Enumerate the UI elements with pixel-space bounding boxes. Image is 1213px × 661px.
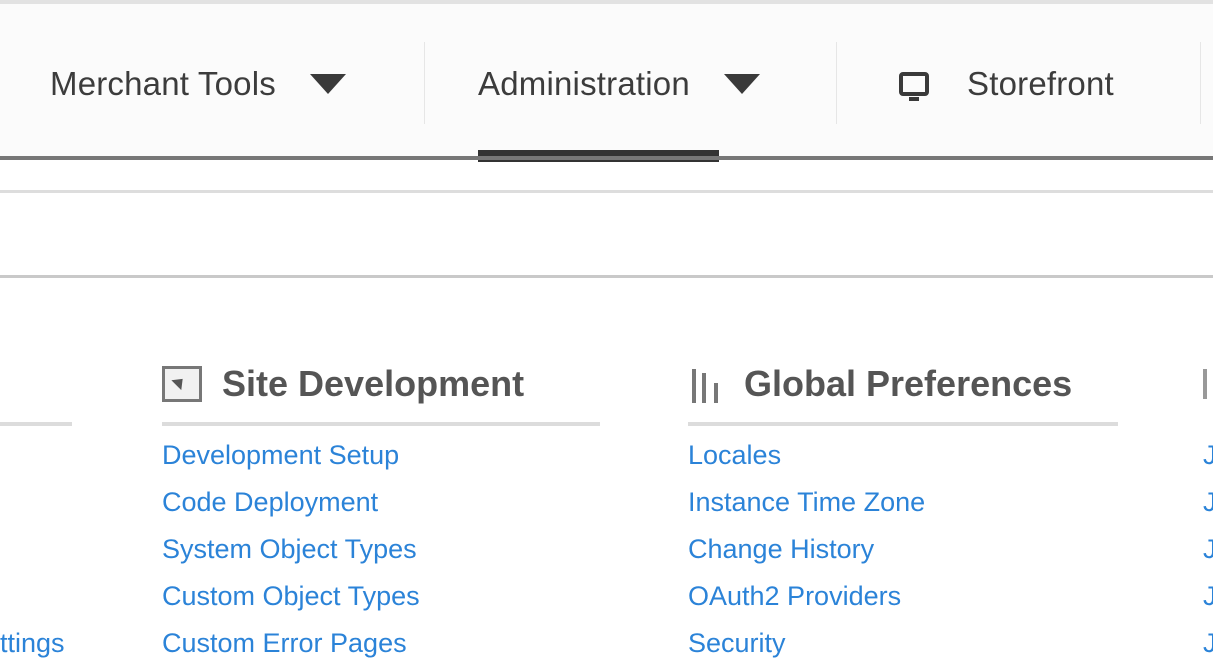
right-section-link[interactable]: J — [1203, 526, 1213, 573]
section-right-partial: J J J J J — [1203, 358, 1213, 661]
section-site-development: Site Development Development Setup Code … — [162, 358, 600, 661]
section-global-preferences: Global Preferences Locales Instance Time… — [688, 358, 1118, 661]
left-section-link[interactable]: ttings — [0, 620, 72, 661]
link-change-history[interactable]: Change History — [688, 526, 1118, 573]
link-locales[interactable]: Locales — [688, 432, 1118, 479]
section-icon-partial — [1203, 369, 1207, 399]
link-development-setup[interactable]: Development Setup — [162, 432, 600, 479]
link-custom-error-pages[interactable]: Custom Error Pages — [162, 620, 600, 661]
link-code-deployment[interactable]: Code Deployment — [162, 479, 600, 526]
top-nav: Merchant Tools Administration Storefront — [0, 0, 1213, 162]
section-divider — [162, 422, 600, 426]
cursor-window-icon — [162, 366, 202, 402]
section-left-partial: ttings — [0, 358, 72, 661]
section-title: Global Preferences — [744, 363, 1073, 404]
nav-administration-label: Administration — [478, 65, 690, 102]
section-divider — [0, 422, 72, 426]
link-custom-object-types[interactable]: Custom Object Types — [162, 573, 600, 620]
nav-divider — [424, 42, 425, 124]
right-section-link[interactable]: J — [1203, 620, 1213, 661]
chevron-down-icon — [309, 74, 346, 94]
sliders-icon — [688, 365, 730, 403]
nav-divider — [1200, 42, 1201, 124]
right-section-link[interactable]: J — [1203, 573, 1213, 620]
link-oauth2-providers[interactable]: OAuth2 Providers — [688, 573, 1118, 620]
right-section-link[interactable]: J — [1203, 432, 1213, 479]
active-tab-indicator — [478, 150, 719, 162]
nav-divider — [836, 42, 837, 124]
right-section-link[interactable]: J — [1203, 479, 1213, 526]
nav-administration[interactable]: Administration — [478, 44, 760, 124]
link-instance-time-zone[interactable]: Instance Time Zone — [688, 479, 1118, 526]
link-system-object-types[interactable]: System Object Types — [162, 526, 600, 573]
nav-storefront-label: Storefront — [967, 65, 1114, 102]
page: Merchant Tools Administration Storefront… — [0, 0, 1213, 661]
nav-merchant-tools-label: Merchant Tools — [50, 65, 276, 102]
nav-storefront[interactable]: Storefront — [899, 44, 1114, 124]
section-divider — [688, 422, 1118, 426]
link-security[interactable]: Security — [688, 620, 1118, 661]
monitor-icon — [899, 72, 929, 101]
secondary-bar — [0, 190, 1213, 278]
section-title: Site Development — [222, 363, 525, 404]
nav-merchant-tools[interactable]: Merchant Tools — [50, 44, 346, 124]
chevron-down-icon — [723, 74, 760, 94]
